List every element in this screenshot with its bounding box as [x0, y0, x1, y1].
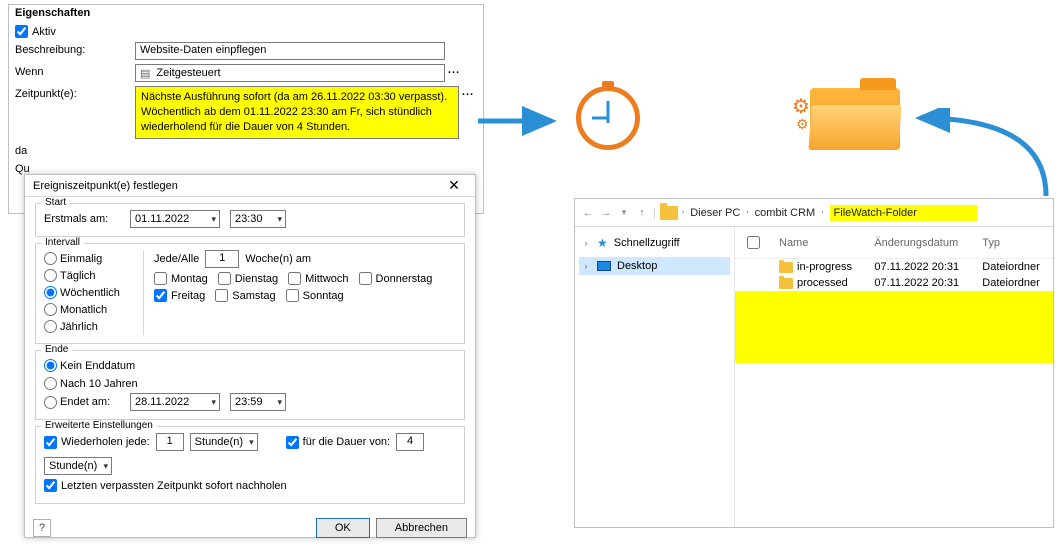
intervall-legend: Intervall — [41, 237, 84, 248]
file-explorer: ← → ▾ ↑ | › Dieser PC › combit CRM › Fil… — [574, 198, 1054, 528]
tree-desktop[interactable]: › Desktop — [579, 257, 730, 275]
clock-icon — [576, 86, 640, 150]
help-button[interactable]: ? — [33, 519, 51, 537]
start-legend: Start — [41, 197, 70, 208]
wenn-select[interactable]: ▤ Zeitgesteuert — [135, 64, 445, 82]
folder-icon — [660, 206, 678, 220]
wieder-checkbox[interactable]: Wiederholen jede: — [44, 436, 150, 449]
jedealle-input[interactable]: 1 — [205, 250, 239, 268]
wenn-more-button[interactable]: ... — [445, 64, 463, 76]
day-di[interactable]: Dienstag — [218, 272, 278, 285]
intervall-woechentlich[interactable]: Wöchentlich — [44, 286, 137, 299]
ende-legend: Ende — [41, 344, 72, 355]
tree-quickaccess[interactable]: ›★ Schnellzugriff — [579, 233, 730, 253]
highlighted-drop-area — [735, 291, 1053, 363]
intervall-taeglich[interactable]: Täglich — [44, 269, 137, 282]
col-date[interactable]: Änderungsdatum — [866, 227, 974, 259]
list-icon: ▤ — [140, 67, 150, 80]
wieder-value[interactable]: 1 — [156, 433, 184, 451]
erweitert-legend: Erweiterte Einstellungen — [41, 420, 157, 431]
intervall-monatlich[interactable]: Monatlich — [44, 303, 137, 316]
dauer-unit[interactable]: Stunde(n) — [44, 457, 112, 475]
intervall-einmalig[interactable]: Einmalig — [44, 252, 137, 265]
dauer-value[interactable]: 4 — [396, 433, 424, 451]
list-item[interactable]: processed 07.11.2022 20:31 Dateiordner — [735, 275, 1053, 291]
desktop-icon — [597, 261, 611, 271]
schedule-dialog: Ereigniszeitpunkt(e) festlegen ✕ Start E… — [24, 174, 476, 538]
start-date-input[interactable]: 01.11.2022 — [130, 210, 220, 228]
start-time-input[interactable]: 23:30 — [230, 210, 286, 228]
dann-label-partial: da — [15, 143, 135, 157]
aktiv-checkbox[interactable]: Aktiv — [15, 25, 56, 38]
breadcrumb-combit[interactable]: combit CRM — [755, 207, 816, 219]
properties-title: Eigenschaften — [9, 5, 483, 23]
day-mi[interactable]: Mittwoch — [288, 272, 348, 285]
folder-icon — [779, 278, 793, 289]
nav-back-button[interactable]: ← — [581, 207, 595, 219]
day-mo[interactable]: Montag — [154, 272, 208, 285]
folder-icon — [779, 262, 793, 273]
list-item[interactable]: in-progress 07.11.2022 20:31 Dateiordner — [735, 259, 1053, 276]
wenn-label: Wenn — [15, 64, 135, 78]
quelle-label-partial: Qu — [15, 161, 135, 175]
erstmals-label: Erstmals am: — [44, 213, 120, 225]
intervall-jaehrlich[interactable]: Jährlich — [44, 320, 137, 333]
nav-up-button[interactable]: ↑ — [635, 207, 649, 219]
beschreibung-input[interactable]: Website-Daten einpflegen — [135, 42, 445, 60]
col-type[interactable]: Typ — [974, 227, 1053, 259]
wochen-am-label: Woche(n) am — [245, 253, 311, 265]
ok-button[interactable]: OK — [316, 518, 370, 538]
wieder-unit[interactable]: Stunde(n) — [190, 433, 258, 451]
dialog-title: Ereigniszeitpunkt(e) festlegen — [33, 180, 178, 192]
day-sa[interactable]: Samstag — [215, 289, 275, 302]
ende-kein[interactable]: Kein Enddatum — [44, 359, 135, 372]
ende-endet-am[interactable]: Endet am: — [44, 396, 120, 409]
close-button[interactable]: ✕ — [439, 177, 469, 195]
day-fr[interactable]: Freitag — [154, 289, 205, 302]
breadcrumb-filewatch[interactable]: FileWatch-Folder — [830, 205, 977, 221]
cancel-button[interactable]: Abbrechen — [376, 518, 467, 538]
jedealle-label: Jede/Alle — [154, 253, 199, 265]
zeitpunkt-summary: Nächste Ausführung sofort (da am 26.11.2… — [135, 86, 459, 139]
zeitpunkt-label: Zeitpunkt(e): — [15, 86, 135, 100]
end-time-input[interactable]: 23:59 — [230, 393, 286, 411]
nav-tree: ›★ Schnellzugriff › Desktop — [575, 227, 735, 527]
file-list: Name Änderungsdatum Typ in-progress 07.1… — [735, 227, 1053, 527]
nav-fwd-button[interactable]: → — [599, 207, 613, 219]
col-name[interactable]: Name — [771, 227, 866, 259]
zeitpunkt-more-button[interactable]: ... — [459, 86, 477, 98]
arrow-to-explorer-icon — [906, 108, 1056, 204]
dauer-checkbox[interactable]: für die Dauer von: — [286, 436, 390, 449]
select-all-checkbox[interactable] — [747, 236, 760, 249]
letzten-checkbox[interactable]: Letzten verpassten Zeitpunkt sofort nach… — [44, 479, 287, 492]
ende-nach10[interactable]: Nach 10 Jahren — [44, 377, 138, 390]
end-date-input[interactable]: 28.11.2022 — [130, 393, 220, 411]
star-icon: ★ — [597, 236, 608, 250]
folder-large-icon: ⚙ ⚙ — [810, 88, 900, 150]
day-so[interactable]: Sonntag — [286, 289, 344, 302]
breadcrumb[interactable]: › Dieser PC › combit CRM › FileWatch-Fol… — [682, 205, 977, 221]
breadcrumb-dieser-pc[interactable]: Dieser PC — [690, 207, 740, 219]
arrow-to-clock-icon — [478, 106, 564, 136]
day-do[interactable]: Donnerstag — [359, 272, 433, 285]
nav-recent-button[interactable]: ▾ — [617, 207, 631, 218]
beschreibung-label: Beschreibung: — [15, 42, 135, 56]
